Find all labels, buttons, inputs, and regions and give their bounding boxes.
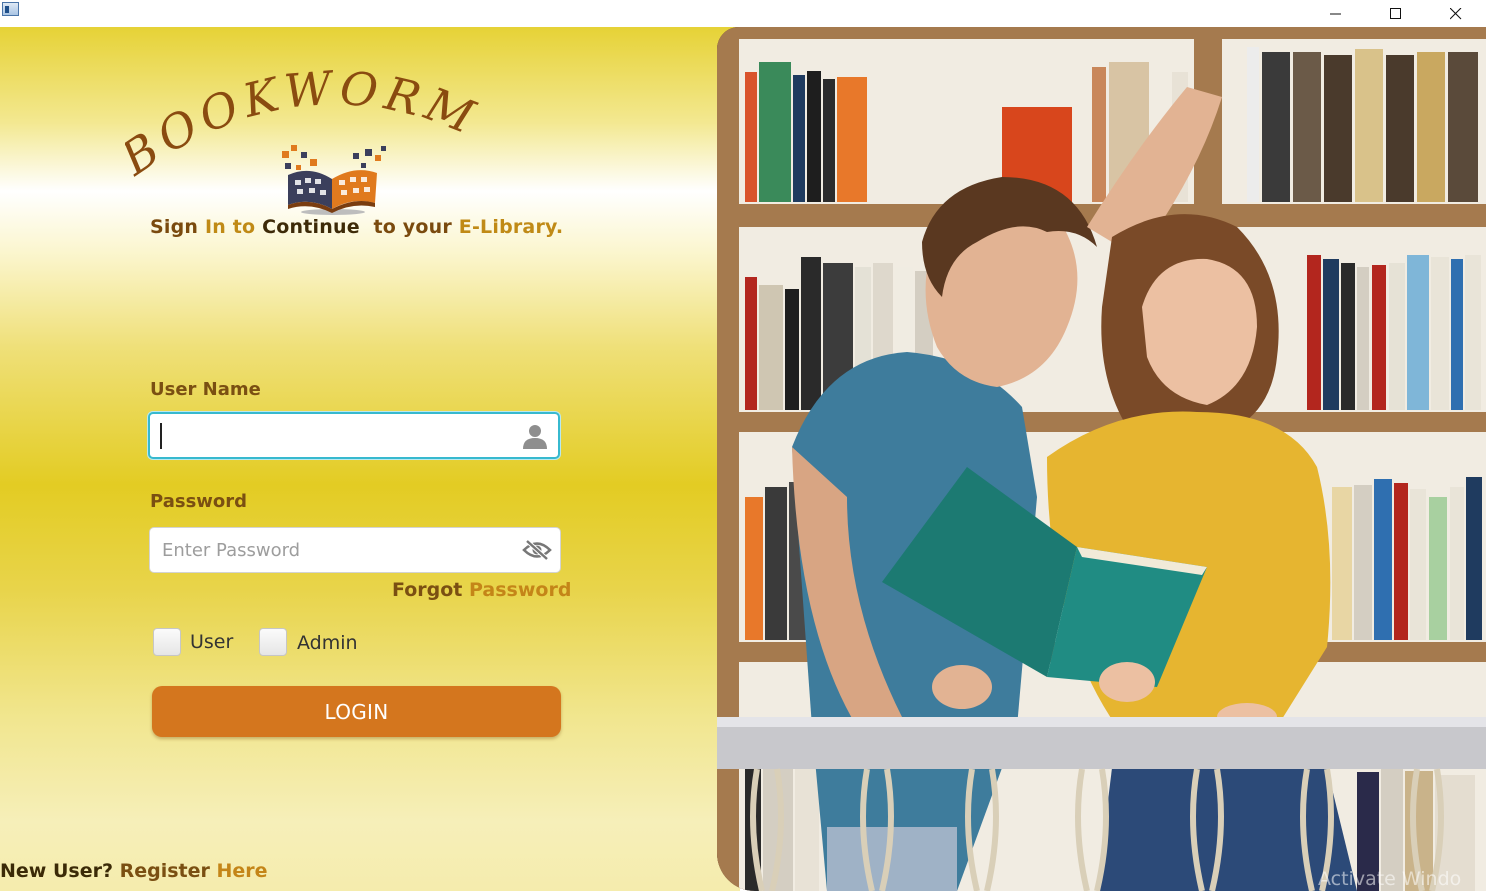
app-icon	[2, 2, 19, 16]
tagline-continue: Continue	[262, 216, 360, 238]
bookworm-logo: BOOKWORM	[125, 60, 487, 215]
window-title-bar	[0, 0, 1486, 27]
forgot-text: Forgot	[392, 579, 463, 601]
username-label: User Name	[150, 379, 261, 400]
maximize-icon	[1390, 7, 1401, 19]
login-button[interactable]: LOGIN	[152, 686, 561, 737]
eye-off-icon[interactable]	[522, 536, 552, 564]
close-button[interactable]	[1426, 0, 1486, 27]
admin-role-checkbox[interactable]	[259, 628, 287, 656]
password-input[interactable]	[162, 528, 512, 572]
password-label: Password	[150, 491, 248, 512]
login-panel: BOOKWORM Sign In to	[0, 27, 740, 891]
password-field-box	[149, 527, 561, 573]
user-role-label: User	[190, 631, 234, 653]
register-here-link[interactable]: Here	[217, 860, 268, 882]
tagline-e-library: E-Library.	[458, 216, 564, 238]
library-photo	[717, 27, 1486, 891]
new-user-text: New User?	[0, 860, 113, 882]
register-link[interactable]: Register	[120, 860, 210, 882]
svg-text:BOOKWORM: BOOKWORM	[125, 60, 487, 186]
minimize-button[interactable]	[1306, 0, 1366, 27]
close-icon	[1450, 7, 1462, 19]
admin-role-label: Admin	[297, 632, 358, 654]
tagline-in-to: In to	[204, 216, 256, 238]
tagline-sign: Sign	[150, 216, 199, 238]
minimize-icon	[1330, 13, 1341, 14]
tagline: Sign In to Continue to your E-Library.	[150, 216, 563, 238]
book-icon	[282, 145, 386, 215]
forgot-password-link[interactable]: Forgot Password	[392, 579, 571, 601]
register-prompt: New User? Register Here	[0, 860, 268, 882]
tagline-to-your: to your	[373, 216, 452, 238]
user-icon	[520, 422, 550, 450]
username-field-box	[148, 412, 560, 459]
username-input[interactable]	[162, 414, 512, 457]
maximize-button[interactable]	[1366, 0, 1426, 27]
activation-watermark: Activate Windo	[1318, 868, 1462, 890]
password-text: Password	[469, 579, 572, 601]
user-role-checkbox[interactable]	[153, 628, 181, 656]
